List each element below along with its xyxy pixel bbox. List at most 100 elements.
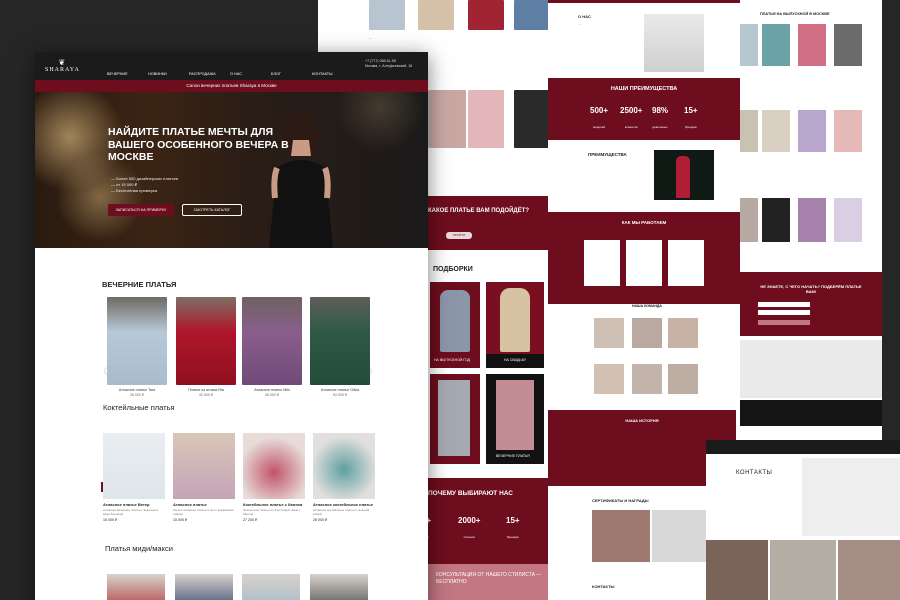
view-catalog-button[interactable]: СМОТРЕТЬ КАТАЛОГ xyxy=(182,204,242,216)
phone-input[interactable] xyxy=(758,310,810,315)
header: ❦ SHARAYA ВЕЧЕРНИЕ НОВИНКИ РАСПРОДАЖА О Н… xyxy=(35,52,428,80)
step-card xyxy=(626,240,662,286)
how-title: КАК МЫ РАБОТАЕМ xyxy=(621,220,667,225)
history-title: НАША ИСТОРИЯ xyxy=(625,418,659,423)
product-price: 45 000 ₽ xyxy=(264,393,280,397)
nav-item[interactable]: ВЕЧЕРНИЕ xyxy=(107,72,148,76)
product-photo xyxy=(175,574,233,600)
nav-item[interactable]: РАСПРОДАЖА xyxy=(189,72,230,76)
submit-button[interactable] xyxy=(758,320,810,325)
collections-title: ПОДБОРКИ xyxy=(433,266,473,273)
topbar xyxy=(706,440,900,454)
footer xyxy=(740,400,882,426)
thumb xyxy=(428,90,430,148)
why-us-section: ПОЧЕМУ ВЫБИРАЮТ НАС 5+лет 2000+платьев 1… xyxy=(422,478,548,564)
team-photo xyxy=(632,318,662,348)
product-photo xyxy=(107,574,165,600)
product-card[interactable]: Атласное платье Olivia 53 000 ₽ xyxy=(310,297,370,397)
nav-item[interactable]: НОВИНКИ xyxy=(148,72,189,76)
product-card[interactable]: Атласное платье Miki 45 000 ₽ xyxy=(242,297,302,397)
product-desc: Атласное коктейльное платье с пышной юбк… xyxy=(313,508,370,516)
top-strip: Салон вечерних платьев Sharaya в Москве xyxy=(35,80,428,92)
product-card[interactable]: Атласное платье Ветер Атласное вечернее … xyxy=(103,433,165,522)
thumb xyxy=(740,24,758,66)
book-fitting-button[interactable]: ЗАПИСАТЬСЯ НА ПРИМЕРКУ xyxy=(108,204,174,216)
product-photo xyxy=(107,297,167,385)
map xyxy=(802,458,900,536)
product-card[interactable]: Коктейльное платье с бантом Элегантное п… xyxy=(243,433,305,522)
mockup-page-4: ПЛАТЬЯ НА ВЫПУСКНОЙ В МОСКВЕ НЕ ЗНАЕТЕ, … xyxy=(740,0,882,440)
product-name: Коктейльное платье с бантом xyxy=(243,502,303,507)
product-price: 27 200 ₽ xyxy=(243,518,258,522)
stat: 98% довольных xyxy=(652,106,669,129)
hero-bullet: — Бесплатная примерка xyxy=(111,188,158,193)
product-desc: Атласное вечернее платье с вырезом в вид… xyxy=(103,508,159,516)
quiz-button[interactable]: ПРОЙТИ xyxy=(446,232,472,239)
stat: 15+ брендов xyxy=(684,106,698,129)
thumb xyxy=(762,110,790,152)
thumb xyxy=(514,0,548,30)
cert-photo xyxy=(652,510,710,562)
advantages-title: НАШИ ПРЕИМУЩЕСТВА xyxy=(610,86,678,92)
logo-mark-icon: ❦ xyxy=(58,58,67,67)
product-desc: Легкое атласное платье в пол с кружевным… xyxy=(173,508,234,516)
thumb xyxy=(369,0,405,30)
product-photo xyxy=(242,297,302,385)
about-title: О НАС xyxy=(578,14,591,19)
thumb xyxy=(468,0,504,30)
product-card[interactable]: Платье из атласа Ria 42 000 ₽ xyxy=(176,297,236,397)
nav-item[interactable]: О НАС xyxy=(230,72,271,76)
nav-item[interactable]: КОНТАКТЫ xyxy=(312,72,353,76)
hero-model-photo xyxy=(269,110,333,248)
about-photo xyxy=(644,14,704,72)
product-name: Атласное коктейльное платье xyxy=(313,502,373,507)
benefits-photo xyxy=(654,150,714,200)
why-us-title: ПОЧЕМУ ВЫБИРАЮТ НАС xyxy=(428,490,513,497)
product-name: Атласное платье Olivia xyxy=(320,388,360,392)
product-photo xyxy=(313,433,375,499)
tile-label: НА ВЫПУСКНОЙ ГОД xyxy=(434,358,471,362)
collection-tile[interactable]: НА СВАДЬБУ xyxy=(486,282,544,368)
collection-tile[interactable] xyxy=(430,374,480,464)
hero-bullets: — Более 500 дизайнерских платьев — от 15… xyxy=(111,176,178,194)
product-name: Атласное платье Tara xyxy=(118,388,156,392)
product-card[interactable]: Атласное платье Легкое атласное платье в… xyxy=(173,433,235,522)
consult-banner: КОНСУЛЬТАЦИЯ ОТ НАШЕГО СТИЛИСТА — БЕСПЛА… xyxy=(428,564,548,600)
evening-section-title: ВЕЧЕРНИЕ ПЛАТЬЯ xyxy=(102,280,177,289)
map xyxy=(740,340,882,398)
team-title: НАША КОМАНДА xyxy=(632,304,662,308)
contacts-heading: КОНТАКТЫ xyxy=(736,470,773,476)
main-page-mockup: ❦ SHARAYA ВЕЧЕРНИЕ НОВИНКИ РАСПРОДАЖА О Н… xyxy=(35,52,428,600)
stat: 2000+ платьев xyxy=(458,516,481,539)
tile-photo xyxy=(496,380,534,450)
thumb xyxy=(740,198,758,242)
thumb xyxy=(798,110,826,152)
prom-title: ПЛАТЬЯ НА ВЫПУСКНОЙ В МОСКВЕ xyxy=(760,12,830,16)
product-card[interactable]: Атласное платье Tara 35 000 ₽ xyxy=(107,297,167,397)
product-price: 15 000 ₽ xyxy=(103,518,118,522)
product-name: Атласное платье Miki xyxy=(254,388,290,392)
quiz-banner: КАКОЕ ПЛАТЬЕ ВАМ ПОДОЙДЁТ? ПРОЙТИ xyxy=(428,196,548,250)
about-text: … xyxy=(578,22,582,26)
cert-photo xyxy=(592,510,650,562)
product-photo xyxy=(103,433,165,499)
stat: 15+ брендов xyxy=(506,516,520,539)
nav-item[interactable]: БЛОГ xyxy=(271,72,312,76)
logo[interactable]: ❦ SHARAYA xyxy=(45,58,80,73)
contacts-title: КОНТАКТЫ xyxy=(592,584,615,589)
collection-tile[interactable]: НА ВЫПУСКНОЙ ГОД xyxy=(430,282,480,368)
gallery-photo xyxy=(838,540,900,600)
advantages-section: НАШИ ПРЕИМУЩЕСТВА 500+ моделей 2500+ клиен… xyxy=(548,78,740,140)
name-input[interactable] xyxy=(758,302,810,307)
collection-tile[interactable]: ВЕЧЕРНИЕ ПЛАТЬЯ xyxy=(486,374,544,464)
form-section: НЕ ЗНАЕТЕ, С ЧЕГО НАЧАТЬ? ПОДБЕРЁМ ПЛАТЬ… xyxy=(740,272,882,336)
team-photo xyxy=(594,318,624,348)
step-card xyxy=(584,240,620,286)
certs-title: СЕРТИФИКАТЫ И НАГРАДЫ xyxy=(592,498,649,503)
tile-photo xyxy=(500,288,530,352)
tile-label: НА СВАДЬБУ xyxy=(504,358,527,362)
product-photo xyxy=(176,297,236,385)
form-title: НЕ ЗНАЕТЕ, С ЧЕГО НАЧАТЬ? ПОДБЕРЁМ ПЛАТЬ… xyxy=(760,284,862,294)
step-card xyxy=(668,240,704,286)
product-card[interactable]: Атласное коктейльное платье Атласное кок… xyxy=(313,433,375,522)
